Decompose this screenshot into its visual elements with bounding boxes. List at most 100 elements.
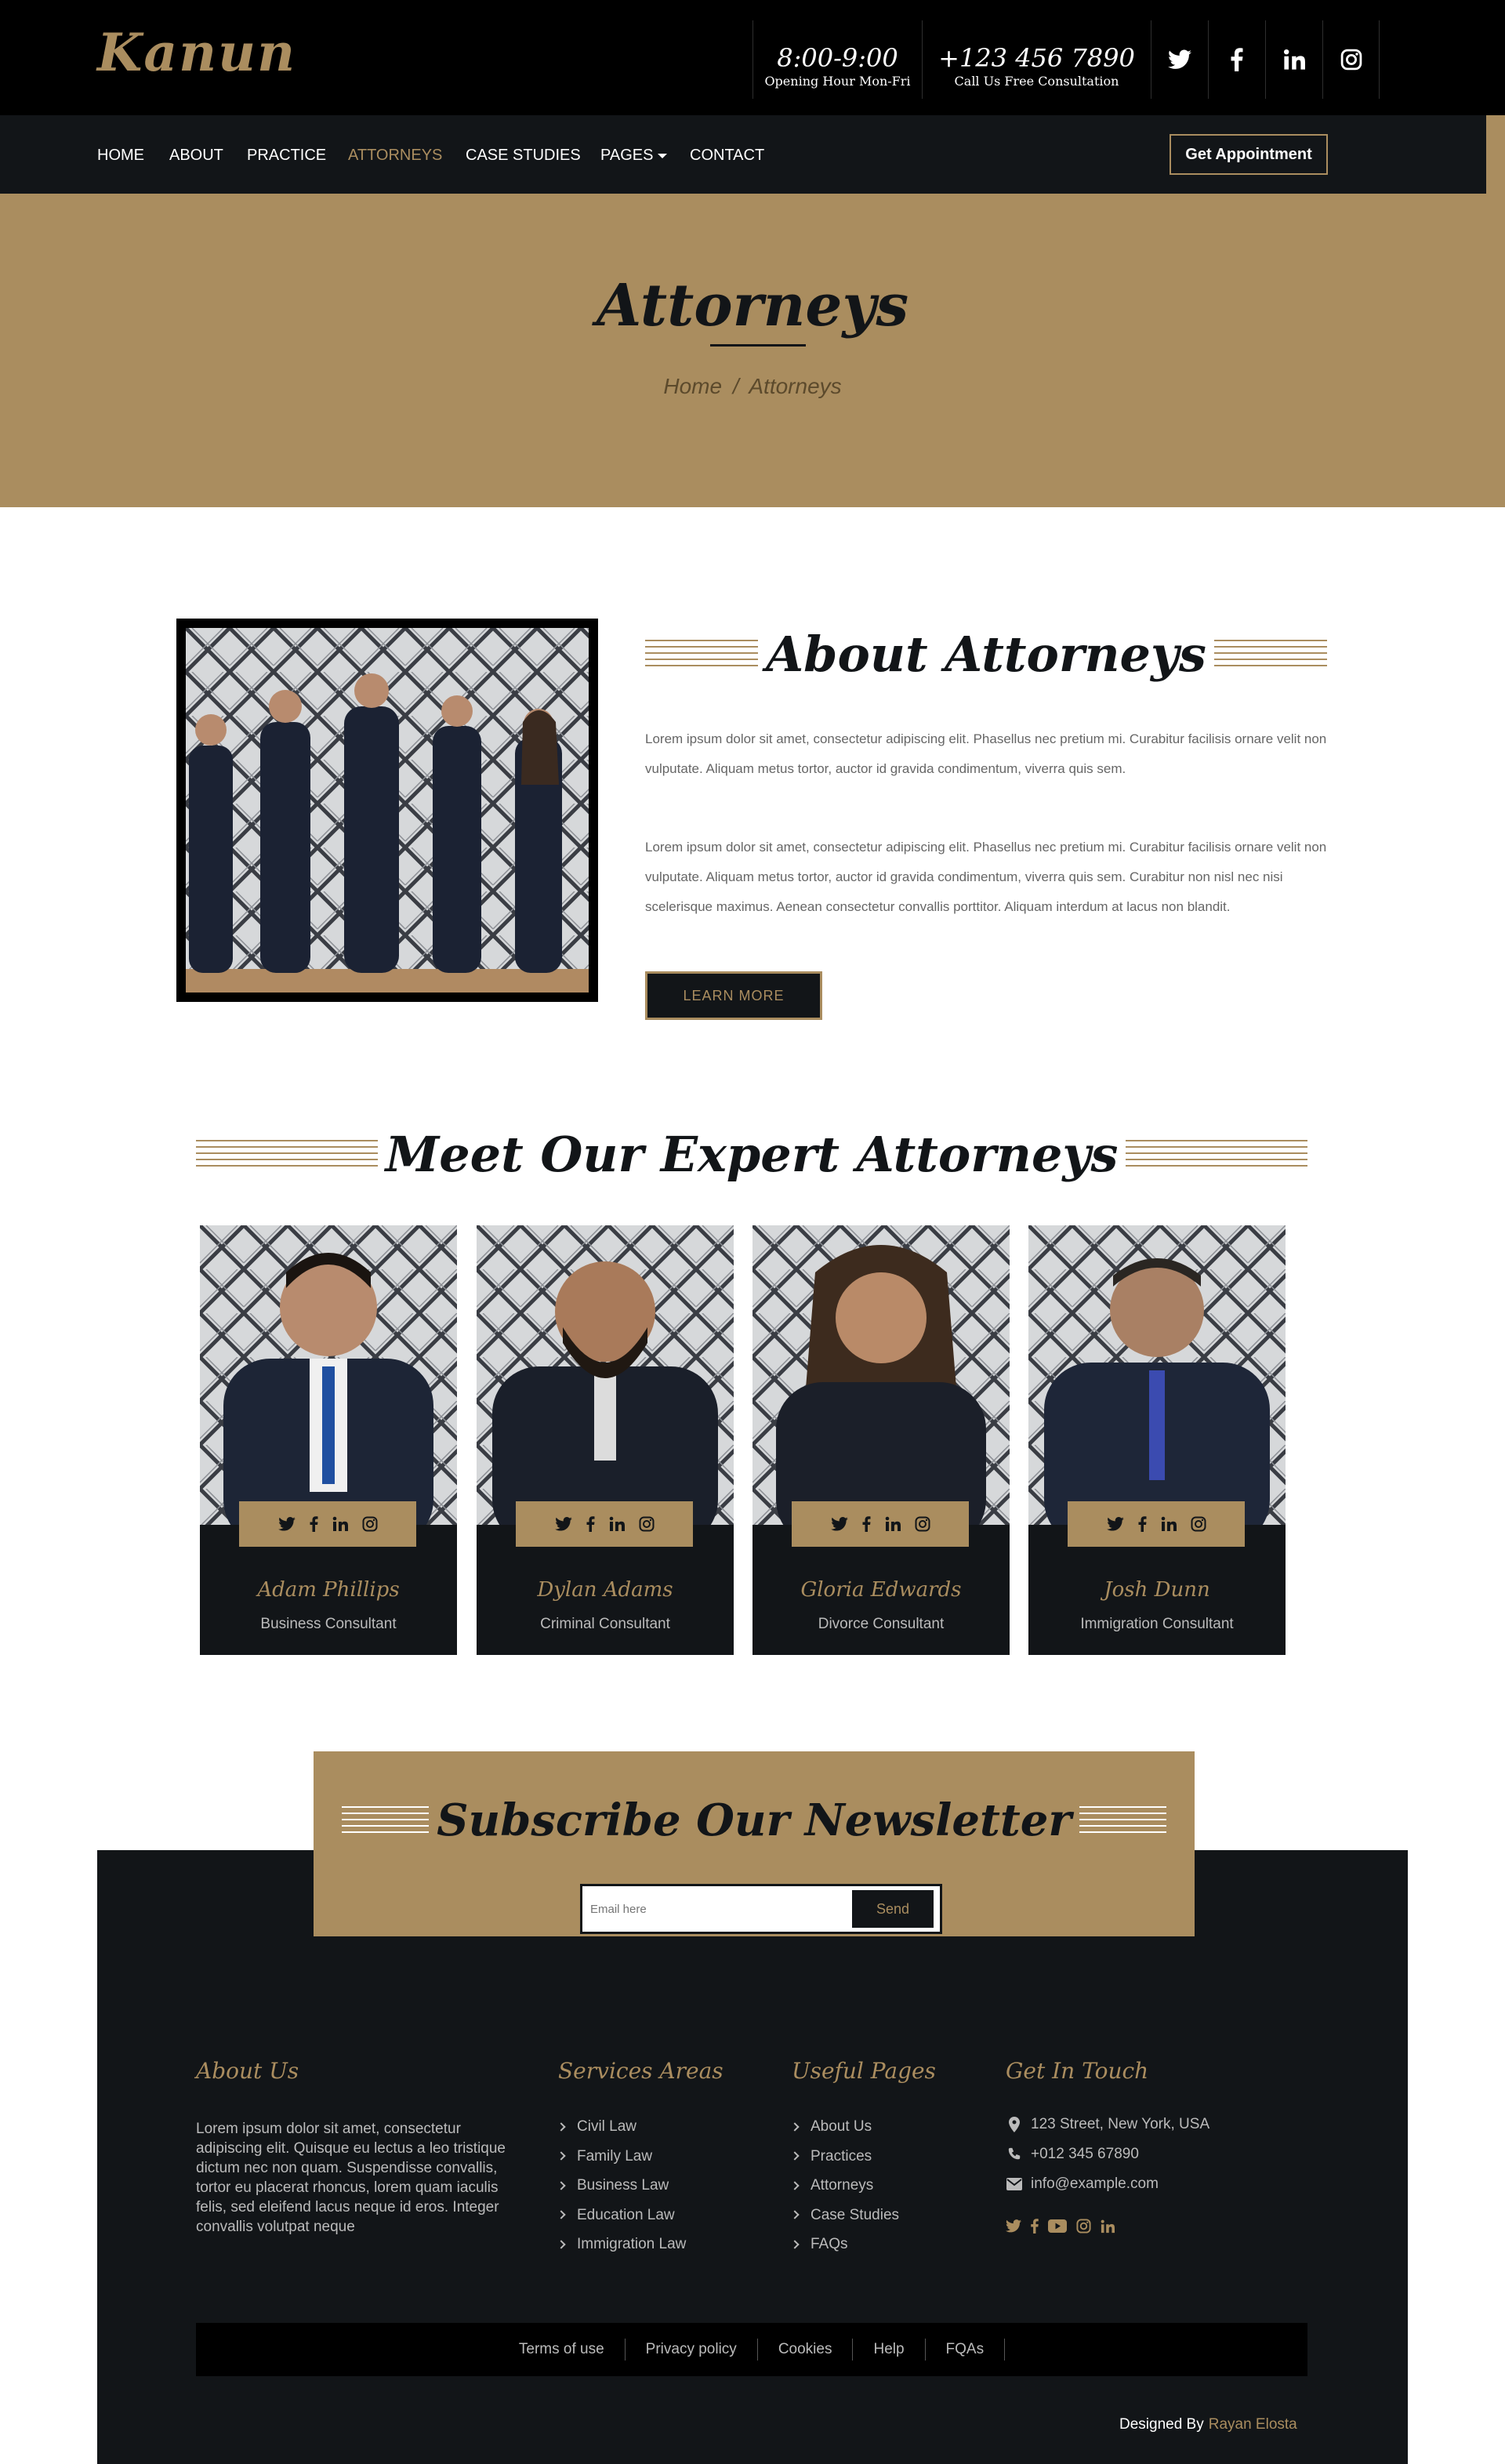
footer-email[interactable]: info@example.com [1006,2176,1159,2193]
page-header: Attorneys Home / Attorneys [0,194,1505,507]
get-appointment-button[interactable]: Get Appointment [1170,134,1328,175]
breadcrumb-home[interactable]: Home [663,374,722,398]
team-social-bar [792,1501,969,1547]
newsletter-title-text: Subscribe Our Newsletter [429,1794,1079,1846]
chevron-right-icon [790,2151,800,2161]
page-title: Attorneys [596,272,909,339]
footer-service-link[interactable]: Education Law [557,2201,686,2230]
attorney-photo [1028,1225,1286,1525]
about-paragraph-1: Lorem ipsum dolor sit amet, consectetur … [645,731,1327,776]
newsletter-title-block: Subscribe Our Newsletter [342,1794,1166,1846]
instagram-icon[interactable] [639,1516,655,1532]
team-card: Adam Phillips Business Consultant [200,1225,457,1655]
nav-contact[interactable]: CONTACT [690,147,764,165]
top-bar: Kanun 8:00-9:00 Opening Hour Mon-Fri +12… [0,0,1505,115]
footer-page-link[interactable]: FAQs [790,2230,899,2259]
facebook-icon[interactable] [310,1516,318,1532]
chevron-right-icon [790,2210,800,2219]
attorney-name: Josh Dunn [1104,1578,1210,1602]
footer-service-link[interactable]: Civil Law [557,2112,686,2142]
footer-terms-link[interactable]: Terms of use [499,2339,626,2361]
facebook-icon[interactable] [862,1516,871,1532]
team-title-text: Meet Our Expert Attorneys [377,1125,1126,1183]
attorney-role: Business Consultant [260,1616,397,1632]
opening-hours: 8:00-9:00 Opening Hour Mon-Fri [752,20,922,99]
facebook-icon[interactable] [586,1516,595,1532]
nav-home[interactable]: HOME [97,147,144,165]
linkedin-icon[interactable] [885,1516,901,1532]
designer-credit: Designed By Rayan Elosta [1119,2416,1297,2433]
nav-about[interactable]: ABOUT [169,147,223,165]
footer-link-label: Business Law [577,2177,669,2194]
chevron-right-icon [790,2122,800,2132]
footer-link-label: FAQs [811,2236,848,2252]
facebook-icon[interactable] [1138,1516,1147,1532]
facebook-icon [1231,48,1243,71]
nav-case-studies[interactable]: CASE STUDIES [466,147,581,165]
instagram-icon[interactable] [915,1516,930,1532]
footer-service-link[interactable]: Immigration Law [557,2230,686,2259]
footer-contact-title: Get In Touch [1006,2058,1149,2084]
newsletter-title: Subscribe Our Newsletter [418,1794,1090,1846]
footer-bottom-links: Terms of use Privacy policy Cookies Help… [196,2323,1307,2376]
twitter-icon [1168,49,1191,69]
twitter-icon[interactable] [277,1517,296,1531]
footer-page-link[interactable]: Practices [790,2142,899,2172]
newsletter-send-button[interactable]: Send [852,1890,934,1928]
designer-credit-name[interactable]: Rayan Elosta [1209,2416,1297,2433]
footer-services-title: Services Areas [558,2058,723,2084]
chevron-right-icon [790,2240,800,2249]
team-card: Josh Dunn Immigration Consultant [1028,1225,1286,1655]
attorney-name: Gloria Edwards [800,1578,962,1602]
chevron-right-icon [557,2181,566,2190]
newsletter-email-input[interactable] [590,1892,849,1925]
twitter-icon[interactable] [554,1517,572,1531]
facebook-icon[interactable] [1031,2219,1039,2234]
attorney-photo [200,1225,457,1525]
linkedin-icon[interactable] [609,1516,625,1532]
footer-page-link[interactable]: Attorneys [790,2171,899,2201]
brand-logo[interactable]: Kanun [97,22,296,83]
instagram-icon[interactable] [362,1516,378,1532]
opening-hours-label: Opening Hour Mon-Fri [764,74,911,89]
breadcrumb: Home / Attorneys [0,374,1505,399]
footer-service-link[interactable]: Family Law [557,2142,686,2172]
twitter-link[interactable] [1151,20,1208,99]
youtube-icon[interactable] [1048,2219,1067,2233]
instagram-icon[interactable] [1191,1516,1206,1532]
footer-phone[interactable]: +012 345 67890 [1006,2146,1139,2163]
footer-page-link[interactable]: Case Studies [790,2201,900,2230]
attorney-photo [477,1225,734,1525]
footer-link-label: About Us [811,2118,872,2135]
facebook-link[interactable] [1208,20,1265,99]
phone-value[interactable]: +123 456 7890 [923,20,1151,71]
footer-service-link[interactable]: Business Law [557,2171,686,2201]
linkedin-link[interactable] [1265,20,1322,99]
footer-help-link[interactable]: Help [853,2339,926,2361]
footer-link-label: Family Law [577,2147,653,2165]
linkedin-icon[interactable] [1161,1516,1177,1532]
instagram-link[interactable] [1322,20,1380,99]
instagram-icon[interactable] [1076,2219,1091,2234]
footer-page-link[interactable]: About Us [790,2112,899,2142]
footer-cookies-link[interactable]: Cookies [758,2339,854,2361]
twitter-icon[interactable] [1106,1517,1124,1531]
nav-pages-dropdown[interactable]: PAGES [600,147,668,165]
footer-faqs-link[interactable]: FQAs [926,2339,1006,2361]
twitter-icon[interactable] [830,1517,848,1531]
linkedin-icon[interactable] [332,1516,348,1532]
learn-more-button[interactable]: LEARN MORE [645,971,822,1020]
chevron-right-icon [557,2122,566,2132]
footer-link-label: Case Studies [811,2206,900,2223]
twitter-icon[interactable] [1006,2219,1021,2233]
breadcrumb-current: Attorneys [749,374,842,398]
footer-pages-title: Useful Pages [792,2058,936,2084]
nav-practice[interactable]: PRACTICE [247,147,326,165]
about-paragraph-2: Lorem ipsum dolor sit amet, consectetur … [645,840,1327,914]
linkedin-icon[interactable] [1101,2219,1115,2234]
newsletter-form: Send [580,1884,942,1934]
phone-info: +123 456 7890 Call Us Free Consultation [922,20,1151,99]
attorney-role: Immigration Consultant [1080,1616,1234,1632]
nav-attorneys[interactable]: ATTORNEYS [348,147,442,165]
footer-privacy-link[interactable]: Privacy policy [626,2339,758,2361]
